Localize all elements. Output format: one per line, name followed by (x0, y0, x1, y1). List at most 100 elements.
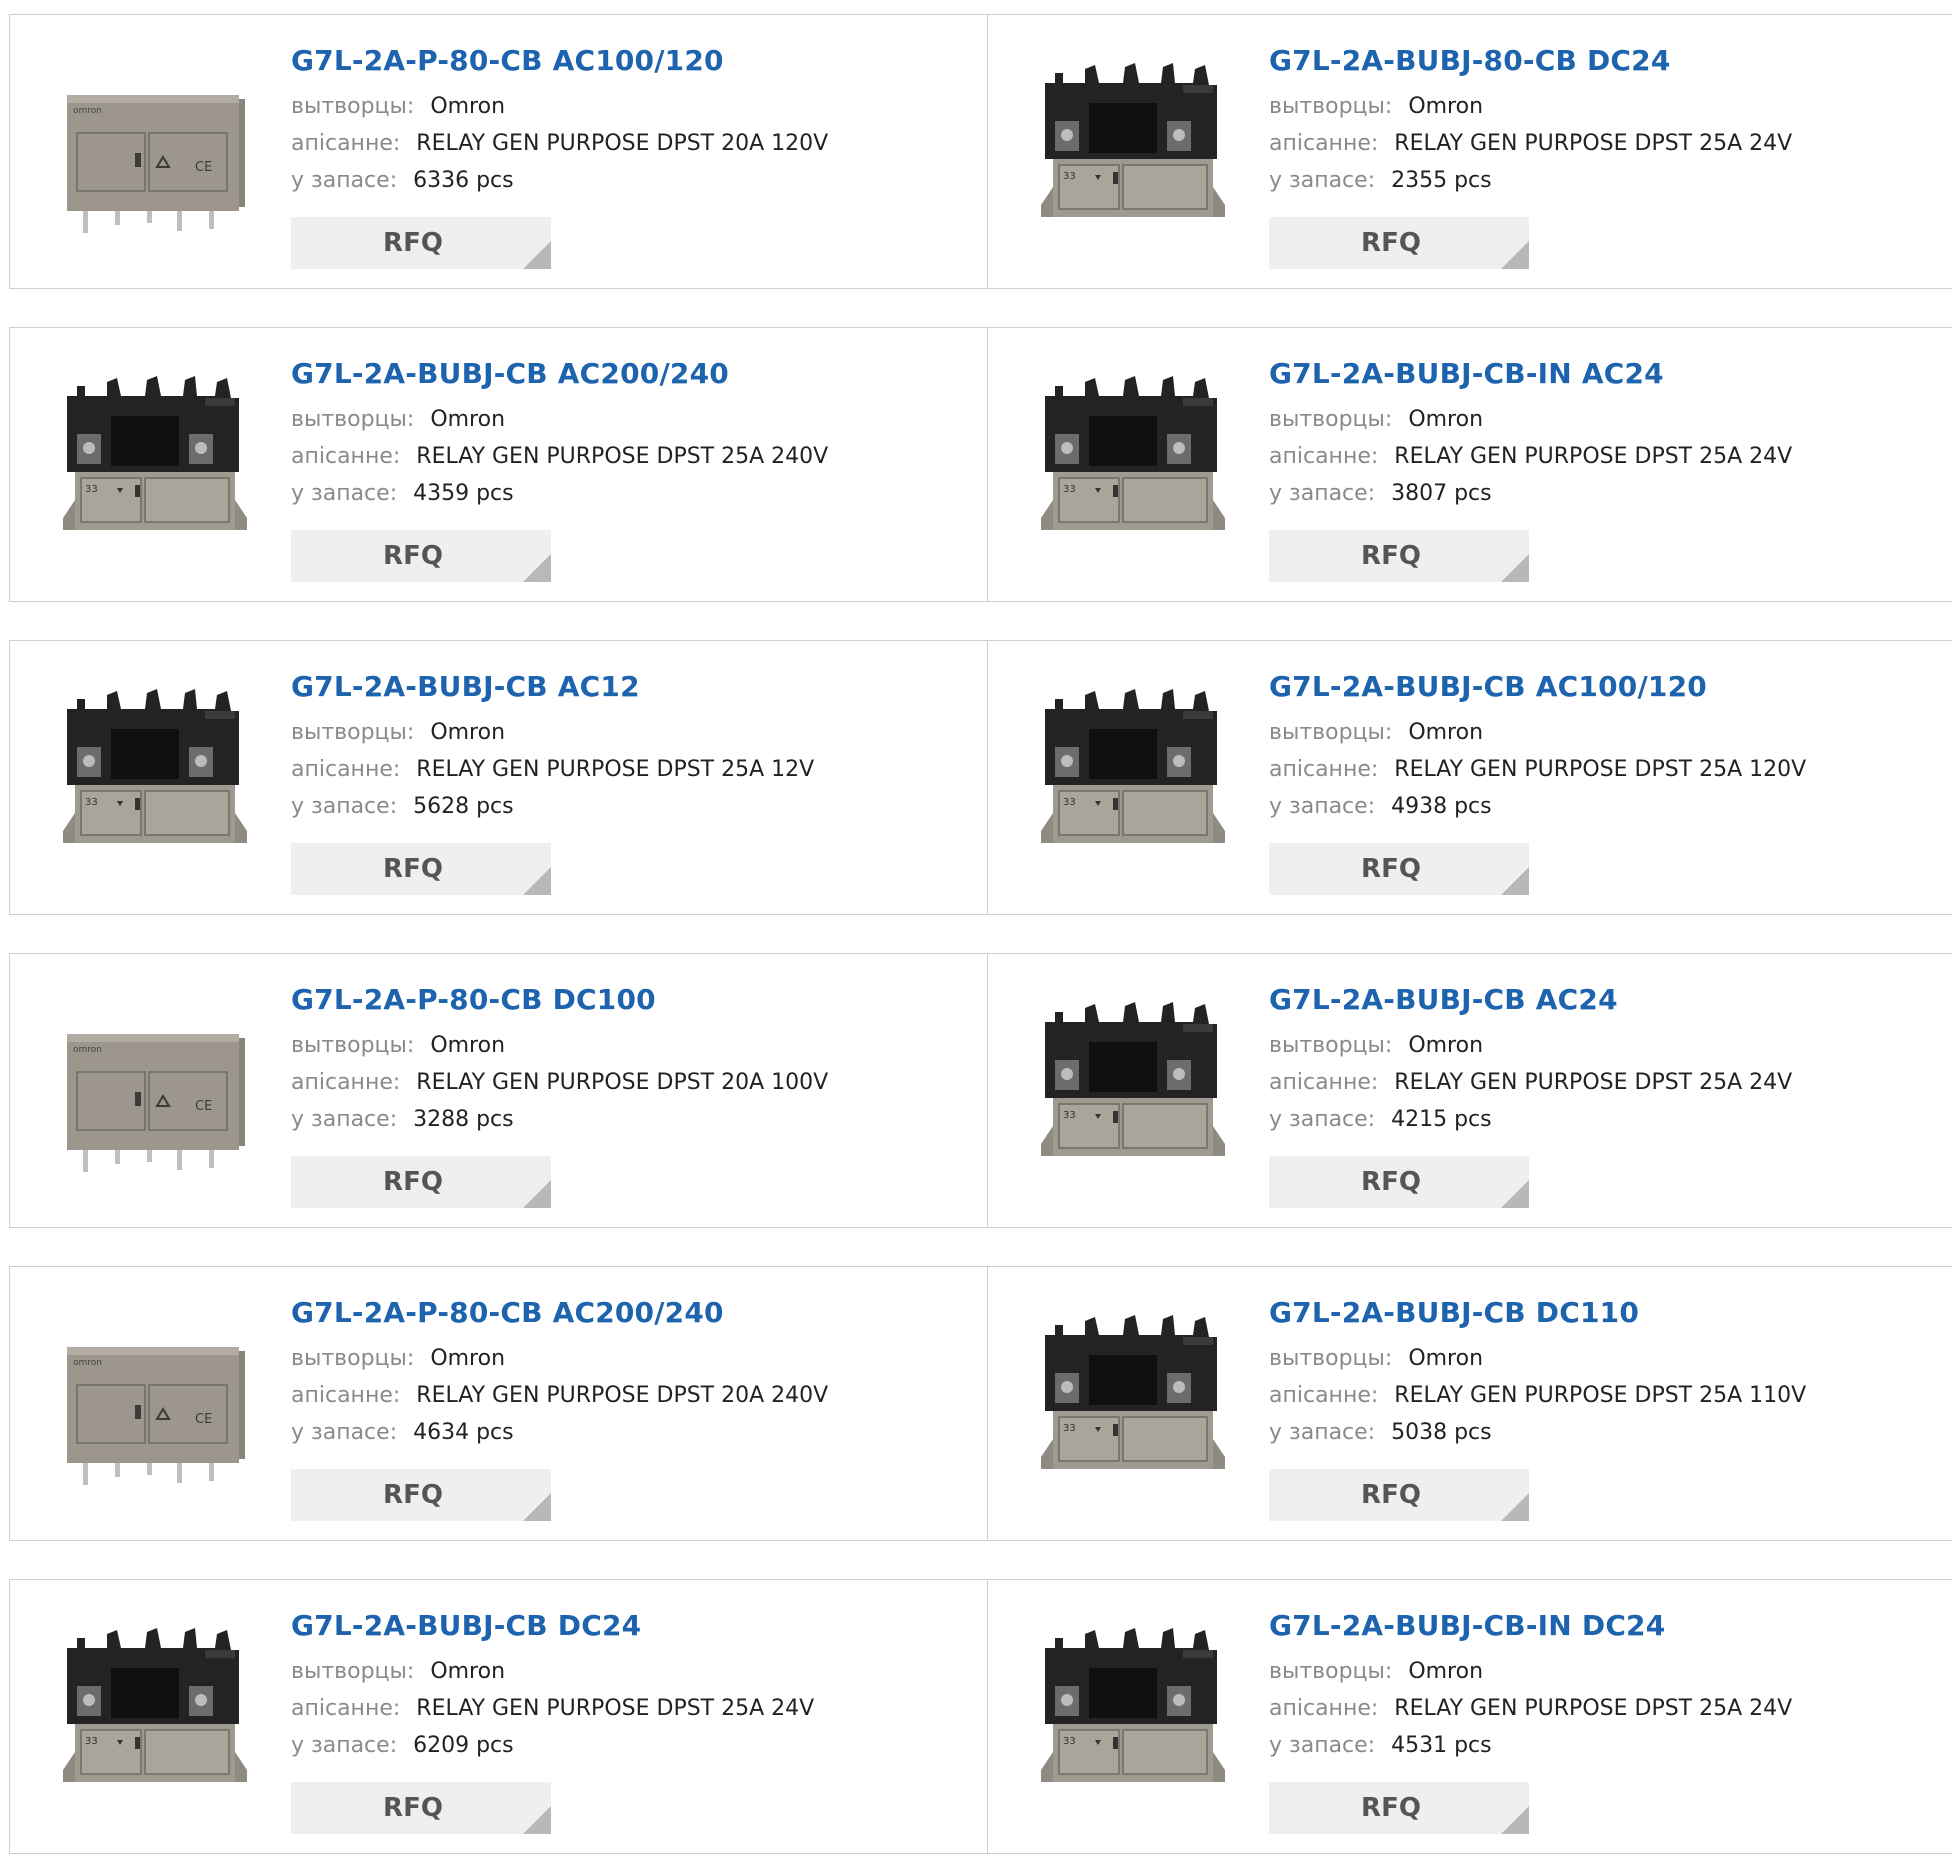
product-image[interactable]: 33 (1033, 1307, 1233, 1497)
rfq-button[interactable]: RFQ (291, 843, 551, 895)
product-title-link[interactable]: G7L-2A-BUBJ-CB-IN DC24 (1269, 1608, 1949, 1644)
manufacturer-label: вытворцы: (291, 94, 415, 119)
product-image[interactable]: 33 (55, 1620, 255, 1810)
rfq-button[interactable]: RFQ (291, 1782, 551, 1834)
stock-value: 4215 pcs (1391, 1107, 1492, 1132)
product-card: omron CE G7L-2A-P-80-CB AC200/240 вытворц… (10, 1267, 988, 1540)
product-title-link[interactable]: G7L-2A-BUBJ-CB DC24 (291, 1608, 971, 1644)
product-info: G7L-2A-P-80-CB AC100/120 вытворцы: Omron … (291, 43, 971, 199)
corner-triangle-icon (523, 554, 551, 582)
product-image[interactable]: 33 (1033, 1620, 1233, 1810)
description-label: апісанне: (291, 1070, 401, 1095)
description-label: апісанне: (1269, 1383, 1379, 1408)
product-title-link[interactable]: G7L-2A-BUBJ-CB-IN AC24 (1269, 356, 1949, 392)
product-image[interactable]: 33 (1033, 368, 1233, 558)
rfq-label: RFQ (1361, 228, 1421, 258)
rfq-button[interactable]: RFQ (291, 530, 551, 582)
manufacturer-value: Omron (1408, 1033, 1484, 1058)
product-title-link[interactable]: G7L-2A-BUBJ-CB AC100/120 (1269, 669, 1949, 705)
rfq-button[interactable]: RFQ (291, 217, 551, 269)
svg-text:33: 33 (1063, 797, 1076, 808)
manufacturer-label: вытворцы: (1269, 407, 1393, 432)
product-image[interactable]: 33 (1033, 681, 1233, 871)
relay-terminal-icon: 33 (63, 376, 247, 530)
corner-triangle-icon (523, 867, 551, 895)
manufacturer-label: вытворцы: (1269, 94, 1393, 119)
description-row: апісанне: RELAY GEN PURPOSE DPST 25A 24V (1269, 1690, 1949, 1727)
manufacturer-row: вытворцы: Omron (291, 1653, 971, 1690)
stock-row: у запасе: 2355 pcs (1269, 162, 1949, 199)
manufacturer-value: Omron (1408, 1346, 1484, 1371)
rfq-button[interactable]: RFQ (291, 1156, 551, 1208)
stock-label: у запасе: (1269, 1107, 1376, 1132)
product-image[interactable]: 33 (55, 368, 255, 558)
svg-text:omron: omron (73, 106, 102, 116)
svg-text:33: 33 (1063, 1110, 1076, 1121)
stock-label: у запасе: (291, 1733, 398, 1758)
product-image[interactable]: 33 (55, 681, 255, 871)
svg-text:CE: CE (195, 1412, 212, 1427)
relay-enclosed-icon: omron CE (67, 1034, 245, 1172)
product-info: G7L-2A-BUBJ-80-CB DC24 вытворцы: Omron ап… (1269, 43, 1949, 199)
manufacturer-value: Omron (430, 407, 506, 432)
product-image[interactable]: omron CE (55, 1307, 255, 1497)
stock-label: у запасе: (1269, 1733, 1376, 1758)
stock-value: 5038 pcs (1391, 1420, 1492, 1445)
product-title-link[interactable]: G7L-2A-P-80-CB AC200/240 (291, 1295, 971, 1331)
stock-row: у запасе: 5038 pcs (1269, 1414, 1949, 1451)
description-row: апісанне: RELAY GEN PURPOSE DPST 25A 24V (1269, 438, 1949, 475)
relay-terminal-icon: 33 (1041, 1315, 1225, 1469)
description-value: RELAY GEN PURPOSE DPST 20A 100V (416, 1070, 829, 1095)
rfq-button[interactable]: RFQ (1269, 1469, 1529, 1521)
description-value: RELAY GEN PURPOSE DPST 25A 12V (416, 757, 815, 782)
corner-triangle-icon (1501, 867, 1529, 895)
product-title-link[interactable]: G7L-2A-P-80-CB AC100/120 (291, 43, 971, 79)
stock-row: у запасе: 6209 pcs (291, 1727, 971, 1764)
description-value: RELAY GEN PURPOSE DPST 25A 24V (1394, 444, 1793, 469)
description-row: апісанне: RELAY GEN PURPOSE DPST 20A 120V (291, 125, 971, 162)
rfq-button[interactable]: RFQ (291, 1469, 551, 1521)
stock-value: 3807 pcs (1391, 481, 1492, 506)
product-card: 33 G7L-2A-BUBJ-CB AC24 вытворцы: Omron ап… (988, 954, 1952, 1227)
manufacturer-label: вытворцы: (1269, 1659, 1393, 1684)
product-image[interactable]: omron CE (55, 994, 255, 1184)
manufacturer-row: вытворцы: Omron (291, 714, 971, 751)
product-card: omron CE G7L-2A-P-80-CB DC100 вытворцы: Om… (10, 954, 988, 1227)
corner-triangle-icon (523, 1493, 551, 1521)
description-value: RELAY GEN PURPOSE DPST 20A 120V (416, 131, 829, 156)
product-title-link[interactable]: G7L-2A-BUBJ-80-CB DC24 (1269, 43, 1949, 79)
stock-value: 4938 pcs (1391, 794, 1492, 819)
rfq-button[interactable]: RFQ (1269, 1156, 1529, 1208)
product-title-link[interactable]: G7L-2A-BUBJ-CB AC200/240 (291, 356, 971, 392)
product-title-link[interactable]: G7L-2A-P-80-CB DC100 (291, 982, 971, 1018)
rfq-label: RFQ (1361, 1793, 1421, 1823)
manufacturer-row: вытворцы: Omron (1269, 88, 1949, 125)
description-label: апісанне: (291, 757, 401, 782)
manufacturer-row: вытворцы: Omron (291, 1340, 971, 1377)
corner-triangle-icon (1501, 1493, 1529, 1521)
manufacturer-value: Omron (430, 1346, 506, 1371)
stock-label: у запасе: (291, 1420, 398, 1445)
description-row: апісанне: RELAY GEN PURPOSE DPST 25A 110V (1269, 1377, 1949, 1414)
manufacturer-row: вытворцы: Omron (1269, 714, 1949, 751)
rfq-button[interactable]: RFQ (1269, 217, 1529, 269)
stock-label: у запасе: (1269, 168, 1376, 193)
stock-label: у запасе: (291, 168, 398, 193)
product-image[interactable]: 33 (1033, 55, 1233, 245)
product-info: G7L-2A-P-80-CB DC100 вытворцы: Omron апіс… (291, 982, 971, 1138)
manufacturer-row: вытворцы: Omron (1269, 401, 1949, 438)
product-row: omron CE G7L-2A-P-80-CB AC200/240 вытворц… (9, 1266, 1952, 1541)
manufacturer-label: вытворцы: (291, 1659, 415, 1684)
rfq-button[interactable]: RFQ (1269, 843, 1529, 895)
product-image[interactable]: 33 (1033, 994, 1233, 1184)
product-info: G7L-2A-BUBJ-CB AC12 вытворцы: Omron апіса… (291, 669, 971, 825)
product-image[interactable]: omron CE (55, 55, 255, 245)
rfq-button[interactable]: RFQ (1269, 530, 1529, 582)
svg-text:33: 33 (85, 797, 98, 808)
product-title-link[interactable]: G7L-2A-BUBJ-CB AC12 (291, 669, 971, 705)
rfq-label: RFQ (1361, 541, 1421, 571)
product-title-link[interactable]: G7L-2A-BUBJ-CB AC24 (1269, 982, 1949, 1018)
stock-row: у запасе: 3807 pcs (1269, 475, 1949, 512)
product-title-link[interactable]: G7L-2A-BUBJ-CB DC110 (1269, 1295, 1949, 1331)
rfq-button[interactable]: RFQ (1269, 1782, 1529, 1834)
